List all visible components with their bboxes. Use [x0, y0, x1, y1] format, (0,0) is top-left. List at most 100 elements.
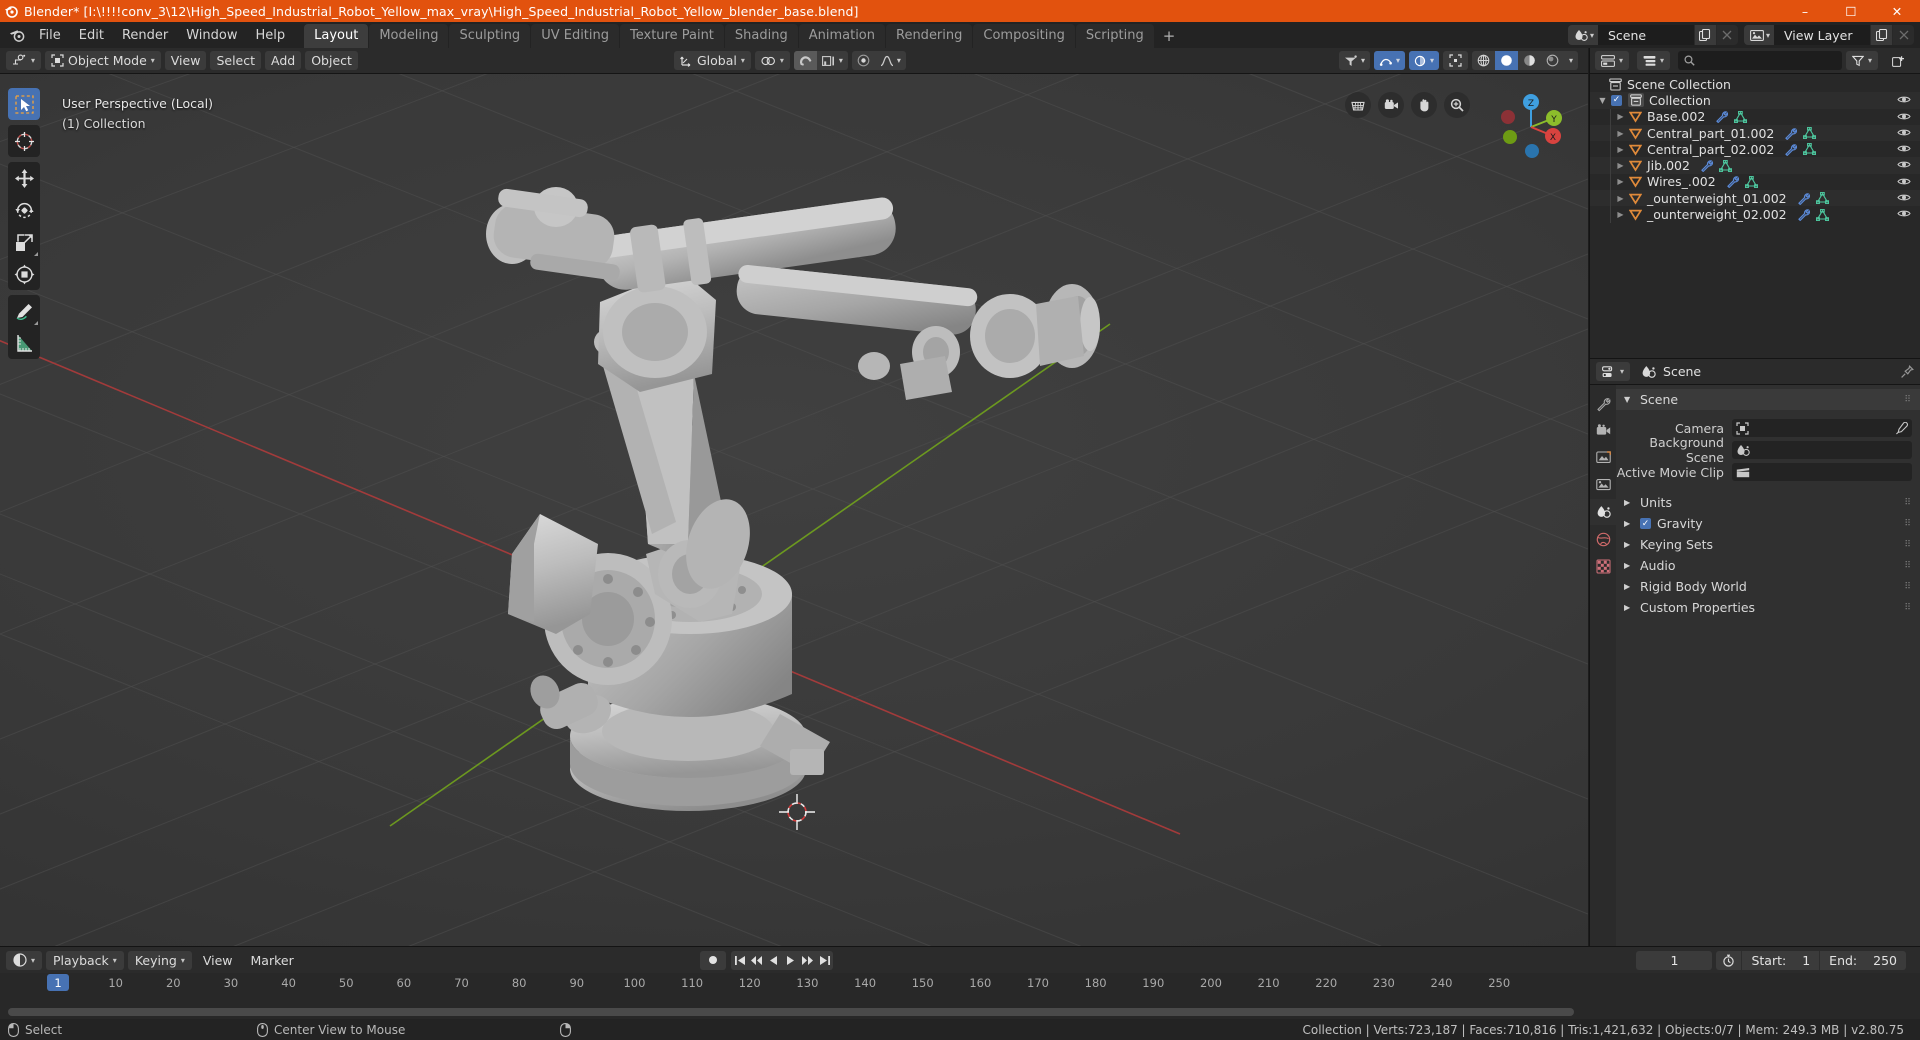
- disclosure-triangle-right-icon[interactable]: ▶: [1614, 161, 1627, 170]
- camera-view-button[interactable]: [1378, 92, 1404, 118]
- eye-icon[interactable]: [1897, 158, 1911, 171]
- remove-scene-button[interactable]: [1715, 25, 1738, 45]
- timeline-editor-type-selector[interactable]: ▾: [6, 950, 43, 970]
- frame-end-field[interactable]: End: 250: [1820, 951, 1906, 970]
- disclosure-triangle-right-icon[interactable]: ▶: [1614, 194, 1627, 203]
- tab-layout[interactable]: Layout: [304, 24, 369, 48]
- jump-to-start-button[interactable]: [731, 951, 748, 970]
- panel-header-keying-sets[interactable]: ▶ Keying Sets ⠿: [1616, 534, 1920, 555]
- toggle-perspective-orthographic-button[interactable]: [1345, 92, 1371, 118]
- viewport-menu-add[interactable]: Add: [265, 51, 302, 70]
- timeline-menu-view[interactable]: View: [196, 951, 240, 970]
- render-tab[interactable]: [1590, 418, 1616, 444]
- mesh-data-icon[interactable]: [1803, 143, 1817, 156]
- shading-options-chevron[interactable]: ▾: [1564, 51, 1578, 70]
- view-layer-tab[interactable]: [1590, 472, 1616, 498]
- annotate-tool[interactable]: [8, 295, 40, 327]
- menu-file[interactable]: File: [30, 25, 70, 46]
- use-preview-range-button[interactable]: [1716, 950, 1743, 970]
- scene-selector[interactable]: ▾ Scene: [1567, 25, 1738, 45]
- outliner-object-row[interactable]: ▶ _ounterweight_02.002: [1590, 206, 1920, 223]
- panel-header-audio[interactable]: ▶ Audio ⠿: [1616, 555, 1920, 576]
- outliner-row-collection[interactable]: ▼ ✓ Collection: [1590, 92, 1920, 109]
- panel-drag-handle[interactable]: ⠿: [1904, 603, 1912, 613]
- tab-modeling[interactable]: Modeling: [369, 24, 449, 48]
- outliner-object-row[interactable]: ▶ Central_part_01.002: [1590, 124, 1920, 142]
- modifier-icon[interactable]: [1700, 159, 1713, 173]
- auto-keying-button[interactable]: [700, 950, 726, 970]
- rotate-tool[interactable]: [8, 194, 40, 226]
- mesh-data-icon[interactable]: [1734, 110, 1748, 123]
- scene-name[interactable]: Scene: [1597, 25, 1694, 45]
- disclosure-triangle-down-icon[interactable]: ▼: [1596, 96, 1609, 105]
- world-tab[interactable]: [1590, 526, 1616, 552]
- outliner-row-scene-collection[interactable]: Scene Collection: [1590, 76, 1920, 92]
- modifier-icon[interactable]: [1715, 110, 1729, 124]
- current-frame-input[interactable]: 1: [1636, 950, 1713, 970]
- timeline-ruler[interactable]: 10 20 30 40 50 60 70 80 90 100 110 120 130 140 150 160 1…: [0, 973, 1920, 994]
- outliner-object-row[interactable]: ▶ _ounterweight_01.002: [1590, 190, 1920, 207]
- eye-icon[interactable]: [1897, 110, 1911, 123]
- add-workspace-button[interactable]: +: [1155, 25, 1184, 48]
- close-button[interactable]: ✕: [1874, 0, 1920, 22]
- zoom-view-button[interactable]: [1444, 92, 1470, 118]
- measure-tool[interactable]: [8, 327, 40, 359]
- wireframe-shading-icon[interactable]: [1472, 51, 1495, 70]
- disclosure-triangle-right-icon[interactable]: ▶: [1614, 177, 1627, 186]
- modifier-icon[interactable]: [1797, 192, 1810, 205]
- timeline-menu-playback[interactable]: Playback ▾: [46, 950, 124, 970]
- jump-to-prev-keyframe-button[interactable]: [748, 951, 765, 970]
- tab-compositing[interactable]: Compositing: [973, 24, 1075, 48]
- frame-start-field[interactable]: Start: 1: [1742, 950, 1821, 970]
- outliner-object-row[interactable]: ▶ Jib.002: [1590, 157, 1920, 174]
- collection-checkbox[interactable]: ✓: [1611, 94, 1622, 106]
- outliner-filter-icon[interactable]: ▾: [1845, 51, 1878, 70]
- eye-icon[interactable]: [1897, 191, 1911, 204]
- background-scene-field[interactable]: [1732, 441, 1912, 459]
- gravity-checkbox[interactable]: ✓: [1640, 518, 1651, 529]
- outliner-object-row[interactable]: ▶ Central_part_02.002: [1590, 141, 1920, 158]
- pin-icon[interactable]: [1900, 364, 1914, 379]
- proportional-falloff-selector[interactable]: ▾: [875, 51, 906, 70]
- camera-field[interactable]: [1732, 419, 1912, 437]
- panel-drag-handle[interactable]: ⠿: [1904, 519, 1912, 529]
- disclosure-triangle-right-icon[interactable]: ▶: [1614, 145, 1627, 154]
- timeline-menu-keying[interactable]: Keying ▾: [127, 950, 192, 970]
- output-tab[interactable]: [1590, 445, 1616, 471]
- eyedropper-icon[interactable]: [1895, 421, 1908, 435]
- new-scene-button[interactable]: [1693, 25, 1716, 45]
- tab-animation[interactable]: Animation: [798, 24, 885, 48]
- jump-to-next-keyframe-button[interactable]: [799, 951, 816, 970]
- timeline-scrollbar[interactable]: [8, 1008, 1912, 1016]
- eye-icon[interactable]: [1897, 207, 1911, 220]
- transform-tool[interactable]: [8, 258, 40, 290]
- mesh-data-icon[interactable]: [1718, 159, 1732, 172]
- show-overlays-icon[interactable]: ▾: [1373, 51, 1405, 70]
- jump-to-end-button[interactable]: [816, 951, 833, 970]
- panel-header-gravity[interactable]: ▶ ✓ Gravity ⠿: [1616, 513, 1920, 534]
- eye-icon[interactable]: [1897, 175, 1911, 188]
- new-view-layer-button[interactable]: [1870, 25, 1892, 45]
- viewport-canvas[interactable]: User Perspective (Local) (1) Collection: [0, 74, 1588, 946]
- properties-editor-type-selector[interactable]: ▾: [1596, 362, 1631, 381]
- material-preview-shading-icon[interactable]: [1518, 51, 1541, 70]
- modifier-icon[interactable]: [1726, 175, 1739, 189]
- proportional-edit-icon[interactable]: [852, 51, 875, 70]
- tab-uv-editing[interactable]: UV Editing: [531, 24, 620, 48]
- panel-header-custom-properties[interactable]: ▶ Custom Properties ⠿: [1616, 597, 1920, 618]
- panel-drag-handle[interactable]: ⠿: [1904, 540, 1912, 550]
- modifier-icon[interactable]: [1797, 208, 1810, 222]
- menu-render[interactable]: Render: [113, 25, 177, 46]
- view-layer-selector[interactable]: ▾ View Layer: [1743, 25, 1914, 45]
- object-mode-selector[interactable]: Object Mode ▾: [45, 51, 161, 70]
- viewport-menu-view[interactable]: View: [164, 51, 207, 70]
- eye-icon[interactable]: [1897, 126, 1911, 139]
- play-button[interactable]: [782, 951, 799, 970]
- view-layer-name[interactable]: View Layer: [1774, 25, 1870, 45]
- tool-tab[interactable]: [1590, 391, 1616, 417]
- eye-icon[interactable]: [1897, 142, 1911, 155]
- outliner-display-mode-selector[interactable]: ▾: [1637, 51, 1671, 70]
- eye-icon[interactable]: [1897, 93, 1911, 106]
- snap-pivot-selector[interactable]: ▾: [754, 51, 790, 70]
- disclosure-triangle-right-icon[interactable]: ▶: [1614, 129, 1627, 138]
